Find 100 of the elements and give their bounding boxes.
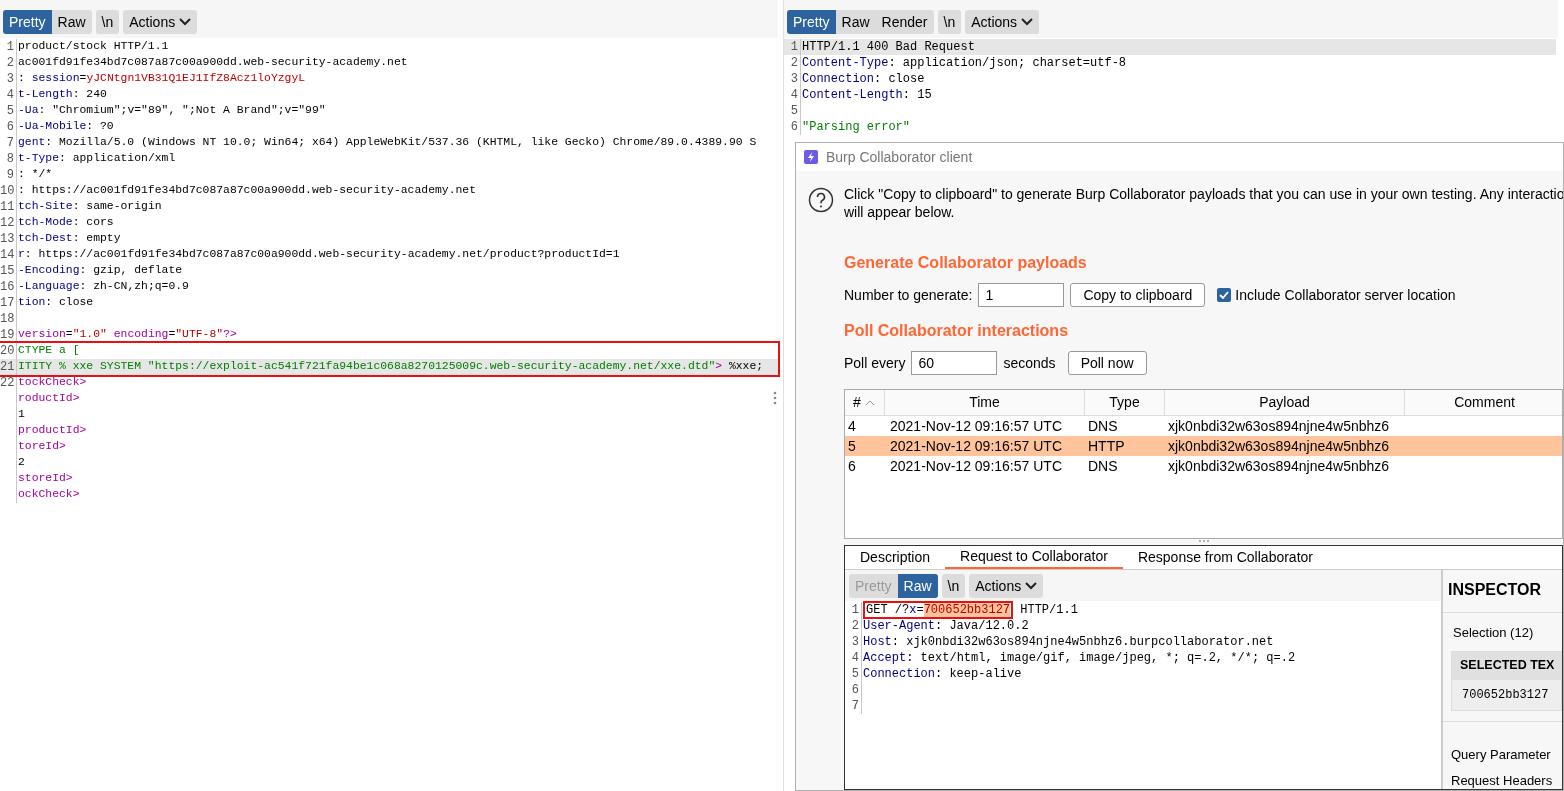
line-number: 10 [0,183,16,200]
detail-tab[interactable]: Description [845,546,946,569]
poll-now-button[interactable]: Poll now [1067,351,1147,375]
code-line: tch-Site: same-origin [17,199,162,215]
table-cell-text: 2021-Nov-12 09:16:57 UTC [889,456,1063,476]
line-number: 9 [5,167,15,184]
checkbox-label: Include Collaborator server location [1235,285,1456,305]
chevron-down-icon [1021,18,1034,26]
inspector-title: INSPECTOR [1443,570,1562,613]
table-cell-text: 5 [847,436,857,456]
actions-dropdown[interactable]: Actions [965,10,1040,34]
code-line: t-Length: 240 [17,87,107,103]
poll-interval-field[interactable]: 60 [911,351,998,375]
table-row[interactable]: 4 2021-Nov-12 09:16:57 UTC DNS xjk0nbdi32w63os894njne4w5nbhz6 [845,416,1562,436]
code-line: -Encoding: gzip, deflate [17,263,183,279]
line-number: 2 [850,618,860,635]
code-line: : */* [17,167,53,183]
lightning-icon [804,150,818,164]
table-cell-text: 2021-Nov-12 09:16:57 UTC [889,436,1063,456]
highlight-box: GET /?x=700652bb3127 [863,601,1014,619]
newline-toggle[interactable]: \n [937,10,962,34]
chevron-down-icon [1025,582,1038,590]
line-number: 15 [0,263,16,280]
code-line: Content-Length: 15 [801,87,932,104]
code-line: GET /?x=700652bb3127 HTTP/1.1 [862,601,1078,619]
line-number: 6 [789,119,799,136]
line-number: 4 [850,650,860,667]
line-number: 1 [789,39,799,56]
checkbox[interactable] [1217,288,1232,302]
table-row[interactable]: 6 2021-Nov-12 09:16:57 UTC DNS xjk0nbdi32w63os894njne4w5nbhz6 [845,456,1562,476]
code-line: productId> [17,423,87,439]
selection-label: Selection (12) [1452,624,1535,642]
line-number: 7 [5,135,15,152]
inspector-section[interactable]: Query Parameter [1451,745,1551,764]
line-number: 7 [850,698,860,715]
code-line: toreId> [17,439,66,455]
line-number: 16 [0,279,16,296]
field-label: seconds [1003,353,1056,373]
actions-dropdown[interactable]: Actions [123,10,198,34]
actions-dropdown[interactable]: Actions [969,574,1044,598]
line-number: 1 [850,602,860,619]
column-header[interactable]: Payload [1165,390,1405,415]
code-line: r: https://ac001fd91fe34bd7c087a87c00a900dd.web-security-academy.net/product?productId=1 [17,247,620,263]
table-cell-text: 4 [847,416,857,436]
line-number: 18 [0,311,16,328]
selected-text-value: 700652bb3127 [1461,686,1550,704]
newline-toggle[interactable]: \n [941,574,966,598]
column-header[interactable]: Time [885,390,1085,415]
selected-text-heading: SELECTED TEX [1452,651,1561,680]
drag-handle-icon[interactable] [773,391,777,405]
help-icon [808,187,834,213]
line-number: 5 [5,103,15,120]
code-line: -Ua-Mobile: ?0 [17,119,114,135]
code-line: 1 [17,407,25,423]
line-number: 1 [5,39,15,56]
column-header[interactable]: Comment [1405,390,1563,415]
view-tab[interactable]: Raw [835,10,876,34]
number-field[interactable]: 1 [978,283,1065,307]
code-line: "Parsing error" [801,119,911,136]
view-tab[interactable]: Raw [897,574,938,598]
code-line: version="1.0" encoding="UTF-8"?> [17,327,237,343]
field-label: Poll every [844,353,906,373]
table-cell-text: 2021-Nov-12 09:16:57 UTC [889,416,1063,436]
detail-tab[interactable]: Response from Collaborator [1122,546,1328,569]
view-tab[interactable]: Pretty [787,10,836,34]
column-header[interactable]: # [845,390,885,415]
code-line: : https://ac001fd91fe34bd7c087a87c00a900dd.web-security-academy.net [17,183,476,199]
line-number: 4 [5,87,15,104]
newline-toggle[interactable]: \n [95,10,120,34]
line-number: 6 [5,119,15,136]
code-line: User-Agent: Java/12.0.2 [862,618,1029,635]
window-title: Burp Collaborator client [826,147,973,167]
code-line: 2 [17,455,25,471]
copy-button[interactable]: Copy to clipboard [1070,283,1206,307]
column-header[interactable]: Type [1085,390,1165,415]
line-number: 22 [0,375,16,392]
code-line: Connection: keep-alive [862,666,1022,683]
code-line: -Ua: "Chromium";v="89", ";Not A Brand";v="99" [17,103,326,119]
line-number: 13 [0,231,16,248]
section-heading: Generate Collaborator payloads [844,253,1088,273]
line-number: 8 [5,151,15,168]
code-line: tion: close [17,295,94,311]
table-cell-text: xjk0nbdi32w63os894njne4w5nbhz6 [1167,436,1391,456]
field-label: Number to generate: [844,285,973,305]
code-line: Host: xjk0nbdi32w63os894njne4w5nbhz6.burpcollaborator.net [862,634,1274,651]
code-line: Accept: text/html, image/gif, image/jpeg, *; q=.2, */*; q=.2 [862,650,1296,667]
view-tab[interactable]: Pretty [3,10,52,34]
resize-handle-icon[interactable] [1197,539,1210,543]
code-line: gent: Mozilla/5.0 (Windows NT 10.0; Win64; x64) AppleWebKit/537.36 (KHTML, like Gecko) Chrome/89.0.4389.90 S [17,135,757,151]
code-line: Content-Type: application/json; charset=utf-8 [801,55,1127,72]
code-line: -Language: zh-CN,zh;q=0.9 [17,279,189,295]
table-cell-text: DNS [1087,456,1119,476]
view-tab[interactable]: Raw [51,10,92,34]
intro-text: will appear below. [844,203,956,221]
chevron-down-icon [179,18,192,26]
code-line: tch-Dest: empty [17,231,121,247]
table-row[interactable]: 5 2021-Nov-12 09:16:57 UTC HTTP xjk0nbdi32w63os894njne4w5nbhz6 [845,436,1562,456]
view-tab[interactable]: Render [875,10,934,34]
inspector-section[interactable]: Request Headers [1451,771,1553,789]
code-line: tch-Mode: cors [17,215,114,231]
